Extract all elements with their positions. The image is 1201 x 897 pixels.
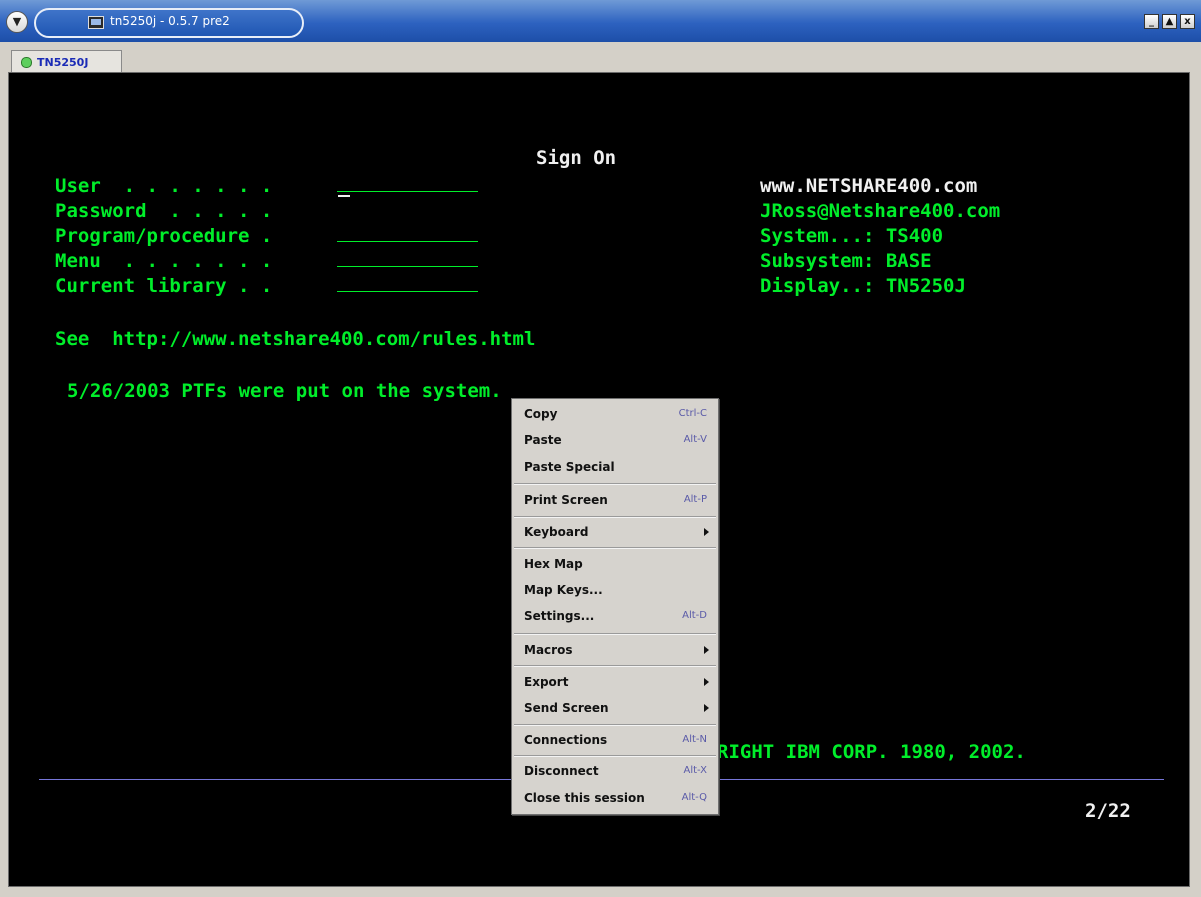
menu-item-accelerator: Alt-D [682, 610, 707, 621]
menu-item-label: Export [524, 675, 569, 689]
menu-item-paste-special[interactable]: Paste Special [513, 454, 717, 480]
window-menu-button[interactable]: ▼ [6, 11, 28, 33]
menu-item-disconnect[interactable]: Disconnect Alt-X [513, 758, 717, 784]
password-input[interactable] [337, 216, 478, 217]
menu-item-send-screen[interactable]: Send Screen [513, 695, 717, 721]
tab-tn5250j[interactable]: TN5250J [11, 50, 122, 74]
menu-separator [514, 633, 716, 635]
field-label-password: Password . . . . . [55, 200, 273, 222]
menu-separator [514, 547, 716, 549]
contact-email: JRoss@Netshare400.com [760, 200, 1001, 222]
menu-item-label: Keyboard [524, 525, 589, 539]
library-input[interactable] [337, 291, 478, 292]
menu-item-label: Connections [524, 733, 608, 747]
menu-item-keyboard[interactable]: Keyboard [513, 519, 717, 545]
title-bar[interactable]: ▼ tn5250j - 0.5.7 pre2 _ ▲ x [0, 0, 1201, 42]
menu-item-settings[interactable]: Settings... Alt-D [513, 603, 717, 629]
maximize-button[interactable]: ▲ [1162, 14, 1177, 29]
program-input[interactable] [337, 241, 478, 242]
window-controls: _ ▲ x [1144, 14, 1195, 29]
menu-item-label: Hex Map [524, 557, 583, 571]
submenu-arrow-icon [704, 678, 709, 686]
chevron-down-icon: ▼ [12, 15, 22, 28]
terminal-icon [88, 16, 104, 29]
menu-item-print-screen[interactable]: Print Screen Alt-P [513, 487, 717, 513]
menu-item-macros[interactable]: Macros [513, 637, 717, 663]
submenu-arrow-icon [704, 528, 709, 536]
close-button[interactable]: x [1180, 14, 1195, 29]
menu-separator [514, 724, 716, 726]
menu-item-label: Settings... [524, 609, 595, 623]
field-label-library: Current library . . [55, 275, 273, 297]
title-pill[interactable]: tn5250j - 0.5.7 pre2 [34, 8, 304, 38]
context-menu: Copy Ctrl-C Paste Alt-V Paste Special Pr… [511, 398, 719, 815]
menu-item-label: Map Keys... [524, 583, 603, 597]
menu-separator [514, 665, 716, 667]
menu-item-label: Macros [524, 643, 573, 657]
session-tab-strip: TN5250J [0, 42, 1201, 74]
menu-item-connections[interactable]: Connections Alt-N [513, 727, 717, 753]
submenu-arrow-icon [704, 704, 709, 712]
menu-item-export[interactable]: Export [513, 669, 717, 695]
menu-separator [514, 483, 716, 485]
menu-item-label: Paste [524, 433, 562, 447]
menu-item-accelerator: Alt-N [682, 734, 707, 745]
submenu-arrow-icon [704, 646, 709, 654]
menu-item-accelerator: Alt-X [683, 765, 707, 776]
menu-item-label: Paste Special [524, 460, 615, 474]
connection-status-icon [21, 57, 32, 68]
menu-separator [514, 516, 716, 518]
field-label-menu: Menu . . . . . . . [55, 250, 273, 272]
app-window: ▼ tn5250j - 0.5.7 pre2 _ ▲ x TN5250J Sig… [0, 0, 1201, 897]
subsystem-name: Subsystem: BASE [760, 250, 932, 272]
site-url: www.NETSHARE400.com [760, 175, 978, 197]
menu-separator [514, 755, 716, 757]
display-name: Display..: TN5250J [760, 275, 966, 297]
menu-item-accelerator: Alt-P [683, 494, 707, 505]
tab-label: TN5250J [37, 56, 89, 69]
copyright-notice: RIGHT IBM CORP. 1980, 2002. [717, 741, 1026, 763]
menu-item-accelerator: Alt-Q [681, 792, 707, 803]
menu-item-close-session[interactable]: Close this session Alt-Q [513, 785, 717, 811]
cursor-position: 2/22 [1085, 800, 1131, 822]
menu-item-label: Print Screen [524, 493, 608, 507]
menu-item-hex-map[interactable]: Hex Map [513, 551, 717, 577]
system-name: System...: TS400 [760, 225, 944, 247]
screen-title: Sign On [536, 147, 617, 169]
user-input[interactable] [337, 191, 478, 192]
ptf-notice: 5/26/2003 PTFs were put on the system. [67, 380, 502, 402]
window-title: tn5250j - 0.5.7 pre2 [110, 14, 230, 28]
menu-item-copy[interactable]: Copy Ctrl-C [513, 401, 717, 427]
menu-item-label: Copy [524, 407, 558, 421]
menu-item-paste[interactable]: Paste Alt-V [513, 427, 717, 453]
field-label-program: Program/procedure . [55, 225, 273, 247]
menu-item-label: Disconnect [524, 764, 599, 778]
rules-link-line: See http://www.netshare400.com/rules.htm… [55, 328, 536, 350]
minimize-button[interactable]: _ [1144, 14, 1159, 29]
text-cursor [338, 195, 350, 197]
menu-item-map-keys[interactable]: Map Keys... [513, 577, 717, 603]
menu-input[interactable] [337, 266, 478, 267]
field-label-user: User . . . . . . . [55, 175, 273, 197]
menu-item-accelerator: Alt-V [683, 434, 707, 445]
menu-item-label: Close this session [524, 791, 645, 805]
menu-item-accelerator: Ctrl-C [678, 408, 707, 419]
menu-item-label: Send Screen [524, 701, 609, 715]
